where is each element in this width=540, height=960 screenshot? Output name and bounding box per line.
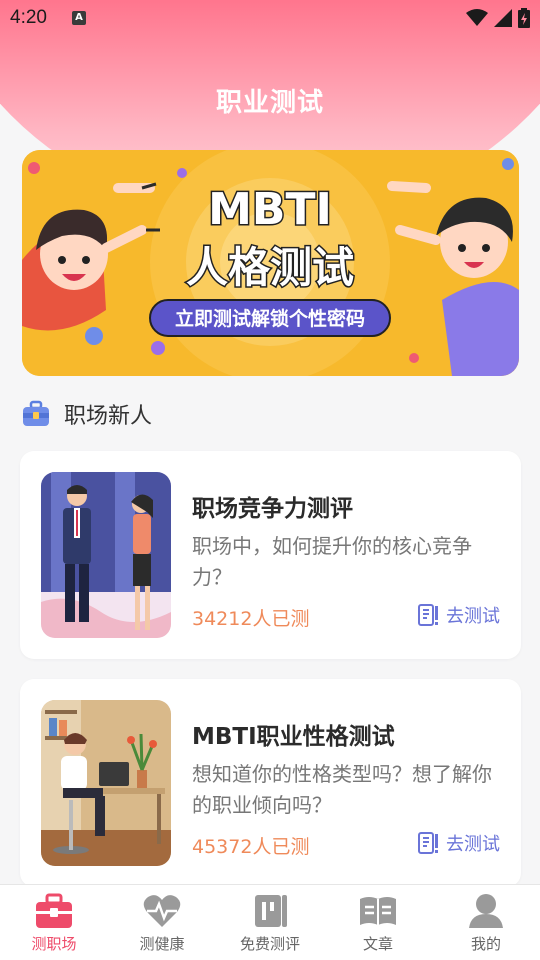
clipboard-icon — [255, 895, 287, 927]
tab-career[interactable]: 测职场 — [0, 885, 108, 960]
test-card[interactable]: MBTI职业性格测试 想知道你的性格类型吗？想了解你的职业倾向吗？ 45372人… — [20, 679, 521, 887]
heartbeat-icon — [143, 895, 181, 927]
wifi-icon — [466, 9, 488, 26]
user-icon — [469, 894, 503, 928]
section-title: 职场新人 — [64, 404, 153, 429]
card-thumbnail — [41, 472, 171, 638]
tab-label: 测健康 — [139, 935, 185, 953]
card-thumbnail — [41, 700, 171, 866]
briefcase-icon — [23, 400, 49, 426]
go-test-label: 去测试 — [446, 606, 500, 627]
screen: 4:20 A 职业测试 MBTI 人格测试 立即测试解锁个性密码 职场新人 职场… — [0, 0, 540, 960]
card-tested-count: 34212人已测 — [192, 608, 310, 630]
go-test-label: 去测试 — [446, 834, 500, 855]
bottom-tab-bar: 测职场 测健康 免费测评 文章 我的 — [0, 884, 540, 960]
status-icons — [466, 8, 530, 28]
briefcase-icon — [36, 893, 72, 928]
card-description: 职场中，如何提升你的核心竞争力？ — [192, 534, 472, 589]
go-test-button[interactable]: 去测试 — [418, 830, 500, 856]
test-card[interactable]: 职场竞争力测评 职场中，如何提升你的核心竞争力？ 34212人已测 去测试 — [20, 451, 521, 659]
card-description: 想知道你的性格类型吗？想了解你的职业倾向吗？ — [192, 762, 492, 817]
banner-tagline: 立即测试解锁个性密码 — [175, 307, 365, 330]
test-sheet-icon — [418, 832, 438, 854]
mbti-banner[interactable]: MBTI 人格测试 立即测试解锁个性密码 — [22, 150, 519, 376]
tab-label: 我的 — [470, 935, 501, 953]
notification-a-icon: A — [72, 11, 86, 25]
card-title: 职场竞争力测评 — [192, 496, 353, 522]
page-title: 职业测试 — [215, 88, 324, 118]
banner-subline: 人格测试 — [186, 243, 354, 292]
tab-label: 测职场 — [31, 935, 77, 953]
status-bar: 4:20 A — [0, 0, 540, 36]
test-sheet-icon — [418, 604, 438, 626]
battery-icon — [518, 8, 530, 28]
tab-profile[interactable]: 我的 — [432, 885, 540, 960]
card-title: MBTI职业性格测试 — [192, 724, 395, 750]
tab-articles[interactable]: 文章 — [324, 885, 432, 960]
open-book-icon — [360, 897, 396, 925]
go-test-button[interactable]: 去测试 — [418, 602, 500, 628]
banner-headline: MBTI — [208, 184, 332, 235]
card-tested-count: 45372人已测 — [192, 836, 310, 858]
tab-label: 文章 — [362, 935, 393, 953]
status-time: 4:20 — [10, 7, 47, 28]
tab-free-test[interactable]: 免费测评 — [216, 885, 324, 960]
signal-icon — [494, 9, 512, 27]
section-header: 职场新人 — [22, 396, 152, 432]
tab-label: 免费测评 — [239, 935, 300, 953]
tab-health[interactable]: 测健康 — [108, 885, 216, 960]
